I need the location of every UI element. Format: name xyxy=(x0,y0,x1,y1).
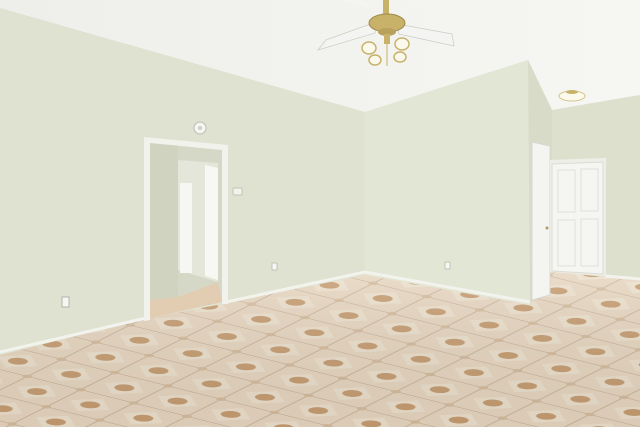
room-illustration xyxy=(0,0,640,427)
outlet-icon-3 xyxy=(444,261,451,270)
outlet-icon-2 xyxy=(271,262,278,271)
smoke-detector-icon xyxy=(193,121,207,135)
outlet-icon xyxy=(61,296,70,308)
side-door xyxy=(531,141,551,301)
right-wall-door xyxy=(550,158,606,276)
hallway-doorway xyxy=(144,137,228,321)
thermostat-icon xyxy=(232,187,243,196)
room-photo xyxy=(0,0,640,427)
